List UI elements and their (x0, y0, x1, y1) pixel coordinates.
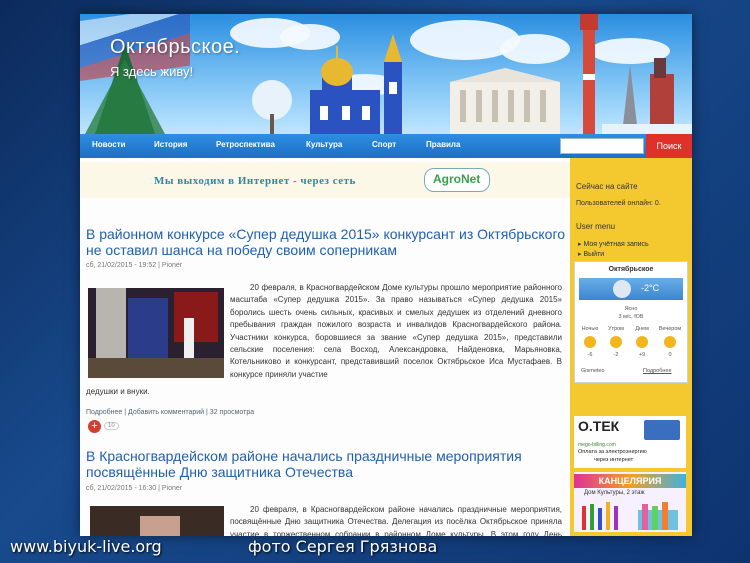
snowy-tree-graphic (252, 80, 292, 134)
weather-period-evening: Вечером (658, 326, 682, 332)
user-menu-heading: User menu (576, 222, 616, 231)
watermark-site: www.biyuk-live.org (10, 537, 162, 556)
weather-temp-evening: 0 (668, 352, 672, 358)
main-nav: Новости История Ретроспектива Культура С… (80, 134, 692, 158)
article-body: 20 февраля, в Красногвардейском Доме кул… (230, 283, 562, 379)
otek-logo: О.ТЕК (578, 418, 620, 434)
article-photo[interactable] (90, 506, 224, 536)
article-meta: сб, 21/02/2015 - 16:30 | Pioner (86, 485, 183, 492)
views-count: 32 просмотра (209, 409, 255, 416)
agronet-promo[interactable]: Мы выходим в Интернет - через сеть AgroN… (80, 162, 570, 198)
water-tower-graphic (580, 14, 598, 134)
share-count: 10 (104, 422, 119, 430)
weather-icon (636, 336, 648, 348)
nav-item-rules[interactable]: Правила (426, 140, 460, 149)
weather-period-morning: Утром (608, 326, 624, 332)
watermark-credit: фото Сергея Грязнова (248, 537, 438, 556)
site-title[interactable]: Октябрьское. (110, 36, 240, 59)
weather-wind: 3 м/с, ЮВ (618, 314, 644, 320)
weather-temp-night: -6 (587, 352, 593, 358)
weather-icon (664, 336, 676, 348)
account-link[interactable]: Моя учётная запись (578, 240, 648, 248)
agronet-logo[interactable]: AgroNet (424, 168, 490, 192)
article-photo[interactable] (88, 288, 224, 378)
online-users: Пользователей онлайн: 0. (576, 200, 661, 207)
weather-temp-day: +9 (638, 352, 646, 358)
add-icon[interactable]: + (88, 420, 101, 433)
search-button[interactable]: Поиск (646, 134, 692, 158)
weather-temp: -2°C (641, 283, 660, 293)
weather-city: Октябрьское (608, 266, 654, 273)
site-subtitle: Я здесь живу! (110, 64, 194, 79)
article-date: сб, 21/02/2015 - 16:30 (86, 485, 157, 492)
weather-period-night: Ночью (581, 326, 599, 332)
weather-period-day: Днем (635, 326, 649, 332)
weather-sun-icon (613, 280, 631, 298)
weather-condition: Ясно (624, 306, 638, 312)
building-graphic (450, 68, 560, 134)
stationery-ad-banner[interactable]: КАНЦЕЛЯРИЯ Дом Культуры, 2 этаж (574, 472, 686, 532)
monument-graphic (602, 58, 692, 134)
sidebar: Сейчас на сайте Пользователей онлайн: 0.… (570, 158, 692, 536)
agronet-promo-text: Мы выходим в Интернет - через сеть (154, 175, 356, 187)
weather-icon (584, 336, 596, 348)
otek-line1: Оплата за электроэнергию (578, 449, 647, 455)
nav-item-news[interactable]: Новости (92, 140, 126, 149)
read-more-link[interactable]: Подробнее (86, 409, 122, 416)
weather-widget: Октябрьское -2°C Ясно 3 м/с, ЮВ Ночью Ут… (574, 261, 688, 383)
article-author[interactable]: Pioner (162, 262, 182, 269)
weather-more-link[interactable]: Подробнее (643, 368, 672, 374)
pencils-icon (582, 502, 678, 530)
otek-ad-banner[interactable]: О.ТЕК mego-billing.com Оплата за электро… (574, 416, 686, 468)
nav-item-retrospective[interactable]: Ретроспектива (216, 140, 275, 149)
weather-temp-morning: -2 (613, 352, 619, 358)
otek-site: mego-billing.com (578, 442, 616, 448)
nav-item-culture[interactable]: Культура (306, 140, 342, 149)
church-graphic (310, 34, 402, 134)
add-comment-link[interactable]: Добавить комментарий (128, 409, 204, 416)
browser-screen: Октябрьское. Я здесь живу! Новости Истор… (80, 14, 692, 536)
article-links: Подробнее | Добавить комментарий | 32 пр… (86, 409, 255, 416)
stationery-title: КАНЦЕЛЯРИЯ (574, 474, 686, 488)
nav-item-history[interactable]: История (154, 140, 187, 149)
gismeteo-link[interactable]: Gismeteo (581, 368, 605, 374)
article-meta: сб, 21/02/2015 - 19:52 | Pioner (86, 262, 183, 269)
payment-card-icon (644, 420, 680, 440)
search-input[interactable] (560, 138, 644, 154)
logout-link[interactable]: Выйти (578, 250, 604, 258)
site-banner: Октябрьское. Я здесь живу! (80, 14, 692, 134)
article-author[interactable]: Pioner (162, 485, 182, 492)
article-body-tail: дедушки и внуки. (86, 387, 150, 396)
article-title[interactable]: В районном конкурсе «Супер дедушка 2015»… (86, 226, 566, 258)
article-body: 20 февраля, в Красногвардейском районе н… (230, 505, 562, 536)
nav-item-sport[interactable]: Спорт (372, 140, 396, 149)
stationery-sub: Дом Культуры, 2 этаж (584, 490, 645, 496)
article-title[interactable]: В Красногвардейском районе начались праз… (86, 448, 566, 480)
online-heading: Сейчас на сайте (576, 182, 638, 191)
agronet-logo-text: AgroNet (433, 172, 481, 186)
weather-icon (610, 336, 622, 348)
main-content: Мы выходим в Интернет - через сеть AgroN… (80, 158, 570, 536)
article-date: сб, 21/02/2015 - 19:52 (86, 262, 157, 269)
otek-line2: через интернет (594, 457, 634, 463)
